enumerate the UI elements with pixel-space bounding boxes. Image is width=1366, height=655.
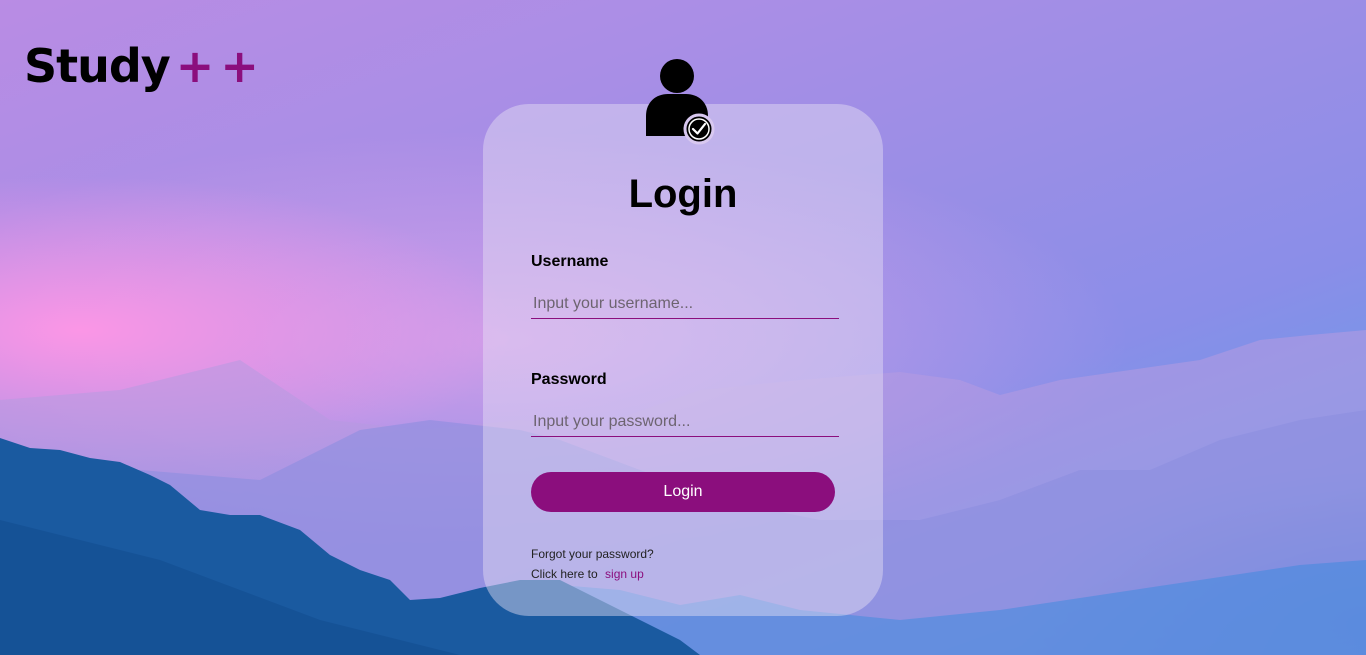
password-input[interactable] [531,407,839,437]
brand-name: Study [24,39,171,93]
forgot-password-link[interactable]: Forgot your password? [531,546,654,562]
brand-logo: Study ++ [24,38,265,94]
user-check-icon [646,59,715,145]
signup-link[interactable]: sign up [605,567,644,581]
brand-suffix: ++ [175,39,265,93]
login-title: Login [628,172,738,216]
signup-line: Click here to sign up [531,566,644,582]
login-button[interactable]: Login [531,472,835,512]
signup-prefix: Click here to [531,567,598,581]
password-label: Password [531,371,607,388]
username-input[interactable] [531,289,839,319]
username-label: Username [531,253,609,270]
